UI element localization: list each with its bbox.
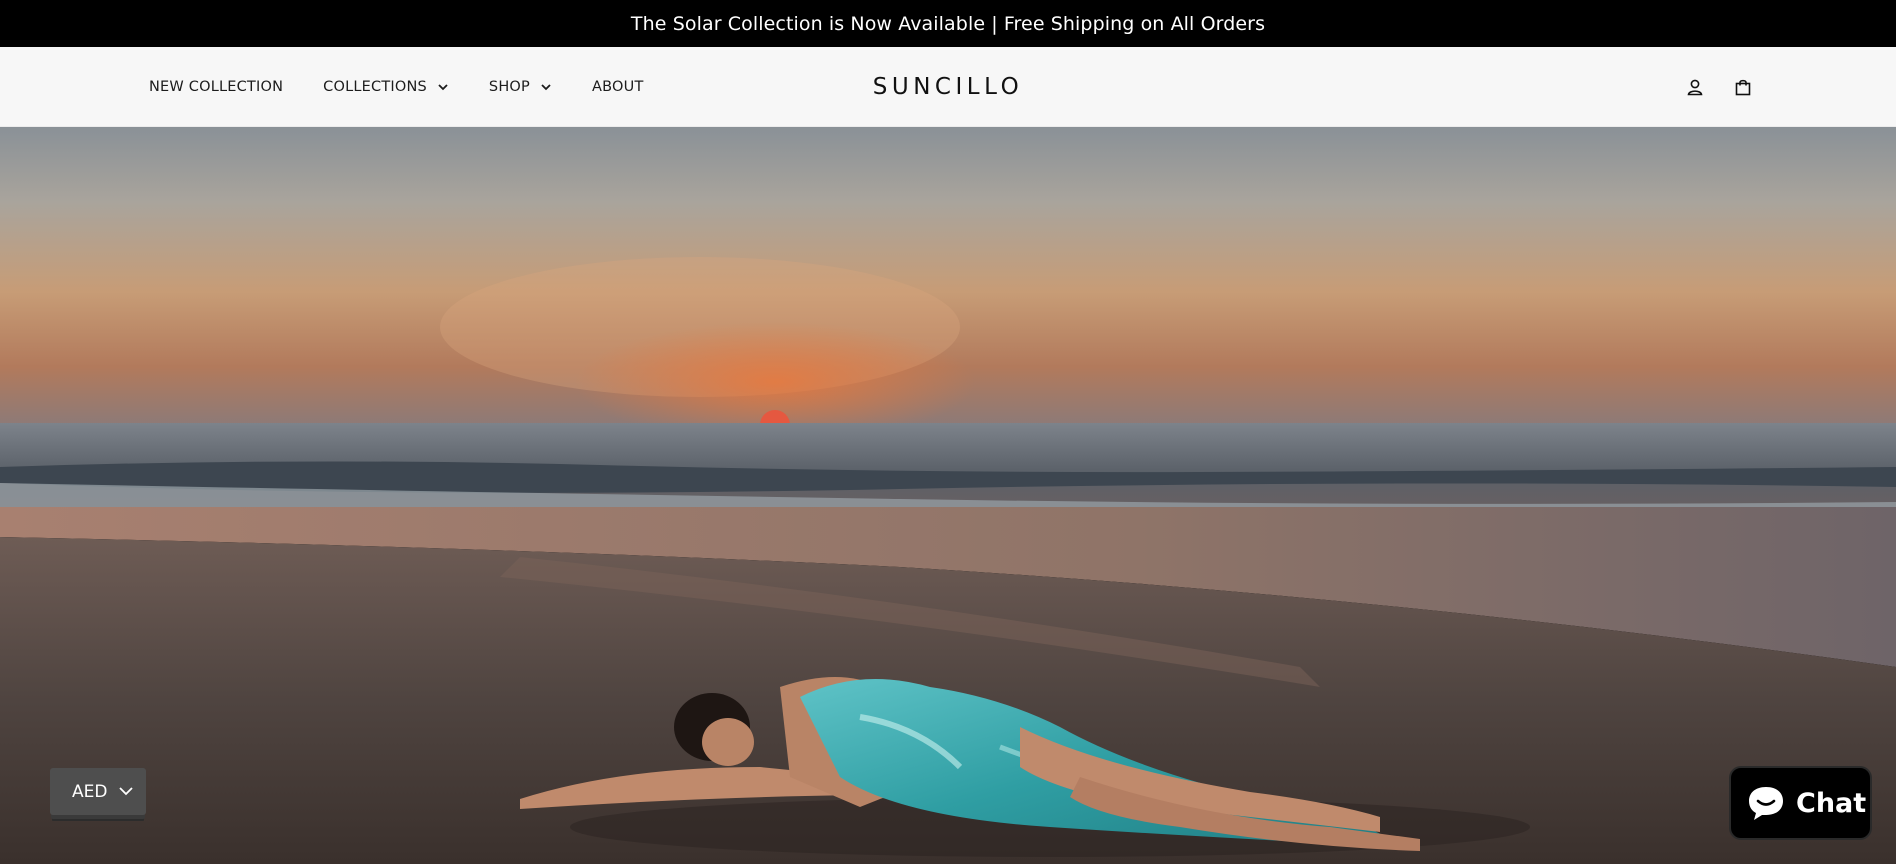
nav-label: ABOUT — [592, 79, 644, 95]
site-logo[interactable]: SUNCILLO — [873, 74, 1023, 100]
nav-about[interactable]: ABOUT — [592, 79, 644, 95]
chevron-down-icon — [438, 84, 448, 91]
main-nav: NEW COLLECTION COLLECTIONS SHOP ABOUT — [149, 47, 684, 127]
chevron-down-icon — [119, 787, 133, 796]
bag-icon[interactable] — [1732, 76, 1754, 98]
nav-label: NEW COLLECTION — [149, 79, 284, 95]
header-icons — [1658, 47, 1754, 127]
nav-shop[interactable]: SHOP — [489, 79, 552, 95]
currency-value: AED — [72, 781, 108, 802]
currency-selector[interactable]: AED — [50, 768, 146, 815]
nav-label: SHOP — [488, 79, 530, 95]
chat-button[interactable]: Chat — [1729, 766, 1872, 840]
chat-bubble-icon — [1749, 787, 1783, 820]
account-icon[interactable] — [1684, 76, 1706, 98]
nav-label: COLLECTIONS — [323, 79, 427, 95]
sunset-beach-model-photo — [0, 127, 1896, 864]
site-header: NEW COLLECTION COLLECTIONS SHOP ABOUT SU… — [0, 47, 1896, 127]
chat-label: Chat — [1796, 787, 1867, 819]
nav-new-collection[interactable]: NEW COLLECTION — [149, 79, 283, 95]
announcement-text: The Solar Collection is Now Available | … — [630, 12, 1266, 35]
hero-banner — [0, 127, 1896, 864]
announcement-bar: The Solar Collection is Now Available | … — [0, 0, 1896, 47]
nav-collections[interactable]: COLLECTIONS — [323, 79, 449, 95]
chevron-down-icon — [541, 84, 551, 91]
